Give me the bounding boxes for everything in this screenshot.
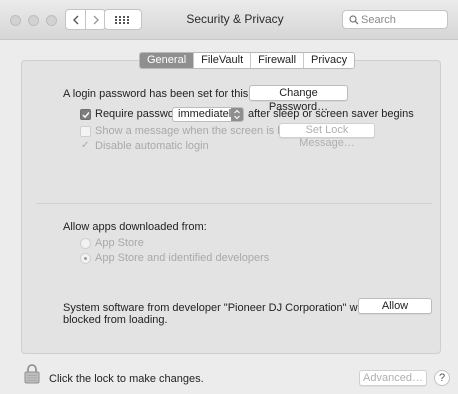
back-button[interactable] bbox=[65, 9, 86, 30]
general-panel: A login password has been set for this u… bbox=[21, 60, 441, 354]
close-window-button[interactable] bbox=[10, 15, 21, 26]
after-sleep-text: after sleep or screen saver begins bbox=[248, 108, 414, 120]
blocked-software-text-line1: System software from developer "Pioneer … bbox=[63, 302, 370, 314]
lock-icon[interactable] bbox=[24, 363, 40, 384]
allow-apps-heading: Allow apps downloaded from: bbox=[63, 221, 207, 233]
tab-filevault[interactable]: FileVault bbox=[193, 53, 251, 68]
tab-privacy[interactable]: Privacy bbox=[303, 53, 355, 68]
tab-firewall[interactable]: Firewall bbox=[250, 53, 304, 68]
require-password-delay-select[interactable]: immediately bbox=[172, 107, 244, 122]
show-message-checkbox[interactable] bbox=[80, 126, 91, 137]
search-icon bbox=[349, 15, 359, 25]
grid-icon bbox=[115, 15, 129, 24]
lock-instruction-text: Click the lock to make changes. bbox=[49, 373, 204, 385]
blocked-software-text-line2: blocked from loading. bbox=[63, 314, 168, 326]
allow-button[interactable]: Allow bbox=[358, 298, 432, 314]
help-button[interactable]: ? bbox=[434, 370, 450, 386]
tab-general[interactable]: General bbox=[140, 53, 194, 68]
checkmark-icon: ✓ bbox=[81, 140, 90, 151]
advanced-button[interactable]: Advanced… bbox=[359, 370, 427, 386]
show-message-label: Show a message when the screen is locked bbox=[95, 125, 310, 137]
require-password-checkbox[interactable] bbox=[80, 109, 91, 120]
show-all-button[interactable] bbox=[104, 9, 142, 30]
zoom-window-button[interactable] bbox=[46, 15, 57, 26]
window-title: Security & Privacy bbox=[186, 12, 284, 26]
identified-developers-radio[interactable] bbox=[80, 253, 91, 264]
title-bar: Security & Privacy bbox=[0, 0, 458, 40]
chevron-right-icon bbox=[93, 15, 99, 24]
divider bbox=[36, 203, 432, 204]
updown-arrows-icon bbox=[231, 108, 243, 121]
app-store-option-label: App Store bbox=[95, 237, 144, 249]
security-privacy-window: Security & Privacy General FileVault Fir… bbox=[0, 0, 458, 394]
app-store-radio[interactable] bbox=[80, 238, 91, 249]
chevron-left-icon bbox=[72, 15, 78, 24]
require-password-delay-value: immediately bbox=[178, 108, 237, 120]
minimize-window-button[interactable] bbox=[28, 15, 39, 26]
change-password-button[interactable]: Change Password… bbox=[249, 85, 348, 113]
search-field[interactable] bbox=[342, 10, 448, 29]
login-password-text: A login password has been set for this u… bbox=[63, 88, 273, 100]
set-lock-message-button[interactable]: Set Lock Message… bbox=[279, 123, 375, 149]
forward-button[interactable] bbox=[85, 9, 106, 30]
tab-bar: General FileVault Firewall Privacy bbox=[139, 52, 356, 69]
disable-automatic-login-label[interactable]: Disable automatic login bbox=[95, 140, 209, 152]
require-password-label: Require password bbox=[95, 108, 184, 120]
search-input[interactable] bbox=[361, 12, 443, 27]
identified-developers-option-label: App Store and identified developers bbox=[95, 252, 270, 264]
checkmark-icon bbox=[81, 111, 90, 118]
